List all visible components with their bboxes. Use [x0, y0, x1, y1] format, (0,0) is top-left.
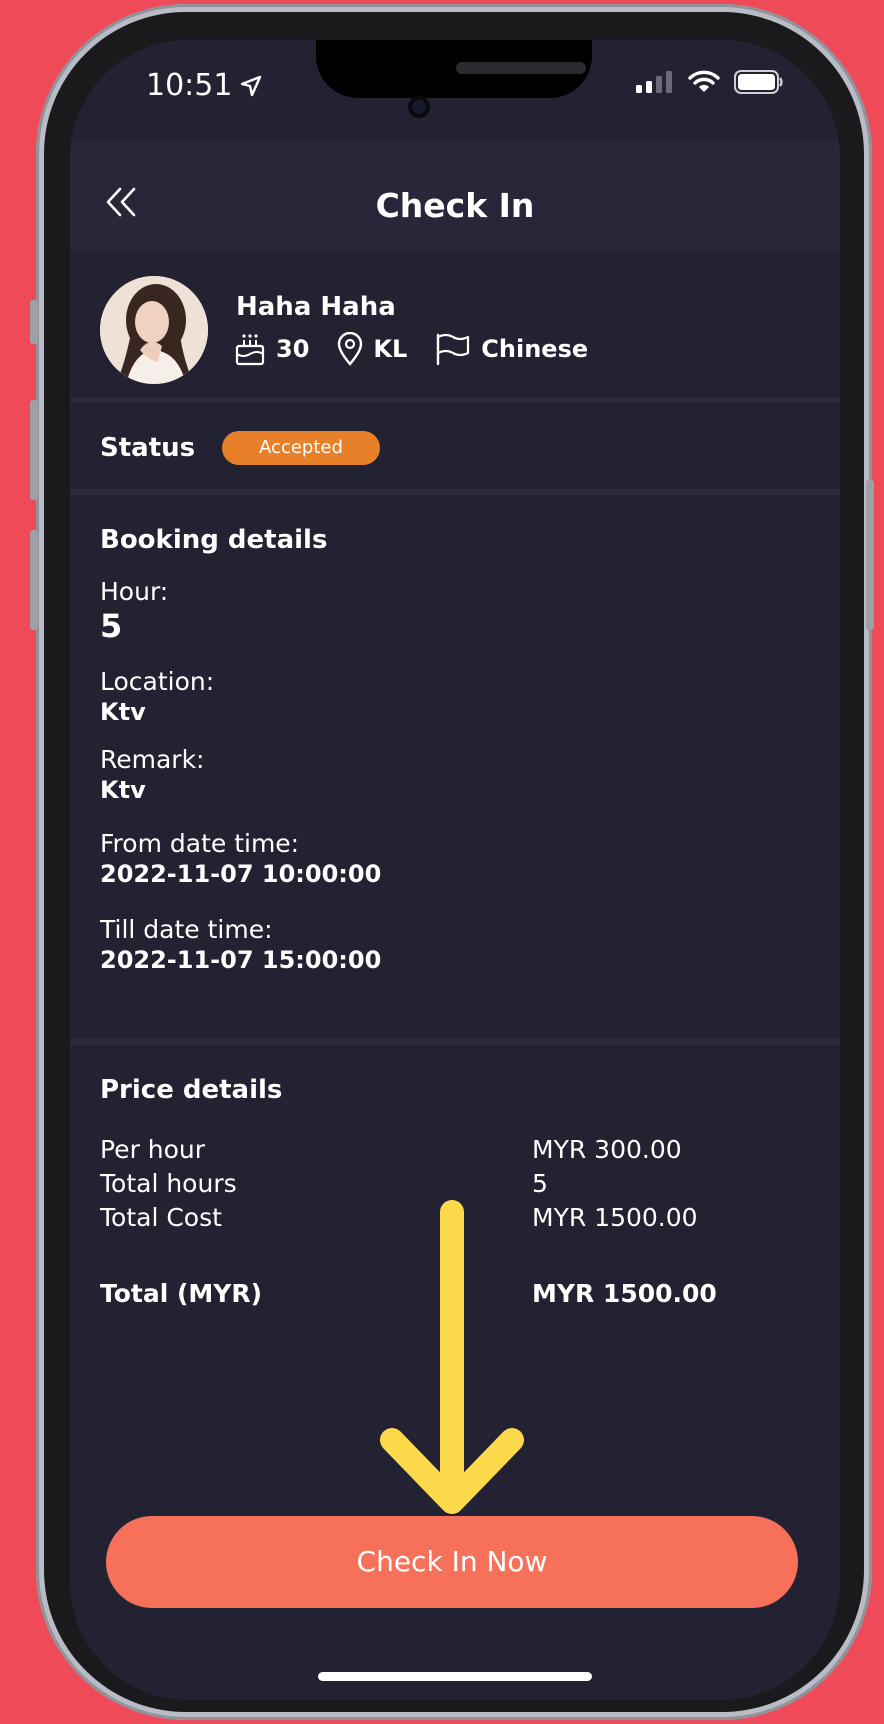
- price-details: Price details Per hour MYR 300.00 Total …: [70, 1045, 840, 1405]
- profile-location: KL: [373, 335, 408, 363]
- location-label: Location:: [100, 667, 215, 696]
- price-row-label: Total hours: [100, 1169, 237, 1198]
- price-row: Total Cost MYR 1500.00: [100, 1201, 810, 1235]
- price-row: Total hours 5: [100, 1167, 810, 1201]
- profile-language: Chinese: [481, 335, 589, 363]
- language-item: Chinese: [435, 333, 588, 365]
- location-item: KL: [337, 332, 407, 366]
- price-row-label: Total Cost: [100, 1203, 222, 1232]
- cake-icon: [235, 334, 265, 366]
- price-row-label: Per hour: [100, 1135, 206, 1164]
- wifi-icon: [688, 70, 720, 92]
- map-pin-icon: [338, 332, 363, 366]
- status-label: Status: [100, 433, 196, 463]
- location-arrow-icon: [241, 75, 262, 96]
- check-in-now-button[interactable]: Check In Now: [106, 1516, 798, 1608]
- status-row: Status Accepted: [70, 403, 840, 495]
- booking-details: Booking details Hour: 5 Location: Ktv Re…: [70, 495, 840, 1045]
- remark-value: Ktv: [100, 776, 146, 804]
- profile-age: 30: [276, 335, 310, 363]
- flag-icon: [437, 333, 470, 365]
- cellular-signal-icon: [636, 71, 672, 93]
- price-total-row: Total (MYR) MYR 1500.00: [100, 1279, 810, 1308]
- avatar-portrait: [100, 276, 208, 384]
- profile-card: Haha Haha 30 KL Chinese: [70, 250, 840, 403]
- status-time: 10:51: [146, 68, 233, 103]
- profile-name: Haha Haha: [236, 292, 396, 322]
- till-datetime-label: Till date time:: [100, 915, 273, 944]
- price-rows: Per hour MYR 300.00 Total hours 5 Total …: [100, 1133, 810, 1235]
- navigation-bar: Check In: [70, 140, 840, 250]
- till-datetime-value: 2022-11-07 15:00:00: [100, 946, 382, 974]
- volume-down-button: [30, 530, 38, 630]
- power-button: [866, 480, 874, 630]
- price-row-value: MYR 300.00: [532, 1135, 682, 1164]
- battery-icon: [734, 70, 783, 94]
- remark-label: Remark:: [100, 745, 205, 774]
- location-value: Ktv: [100, 698, 146, 726]
- mute-switch: [30, 300, 38, 344]
- hour-label: Hour:: [100, 577, 169, 606]
- status-badge: Accepted: [222, 431, 380, 465]
- profile-meta: 30 KL Chinese: [234, 332, 616, 366]
- from-datetime-value: 2022-11-07 10:00:00: [100, 860, 382, 888]
- hour-value: 5: [100, 607, 123, 645]
- total-label: Total (MYR): [100, 1279, 263, 1308]
- age-item: 30: [234, 332, 309, 366]
- price-details-title: Price details: [100, 1075, 283, 1105]
- price-row-value: 5: [532, 1169, 548, 1198]
- home-indicator: [318, 1672, 592, 1681]
- volume-up-button: [30, 400, 38, 500]
- app-screen: 10:51 Check In Haha Haha 30 KL Chinese S…: [70, 40, 840, 1700]
- price-row-value: MYR 1500.00: [532, 1203, 698, 1232]
- front-camera: [408, 96, 430, 118]
- total-value: MYR 1500.00: [532, 1279, 717, 1308]
- status-icons: [636, 70, 784, 94]
- avatar[interactable]: [100, 276, 208, 384]
- clock: 10:51: [146, 68, 262, 103]
- content: Haha Haha 30 KL Chinese Status Accepted …: [70, 250, 840, 1405]
- page-title: Check In: [375, 186, 535, 225]
- price-row: Per hour MYR 300.00: [100, 1133, 810, 1167]
- from-datetime-label: From date time:: [100, 829, 300, 858]
- booking-details-title: Booking details: [100, 525, 328, 555]
- earpiece: [456, 62, 586, 74]
